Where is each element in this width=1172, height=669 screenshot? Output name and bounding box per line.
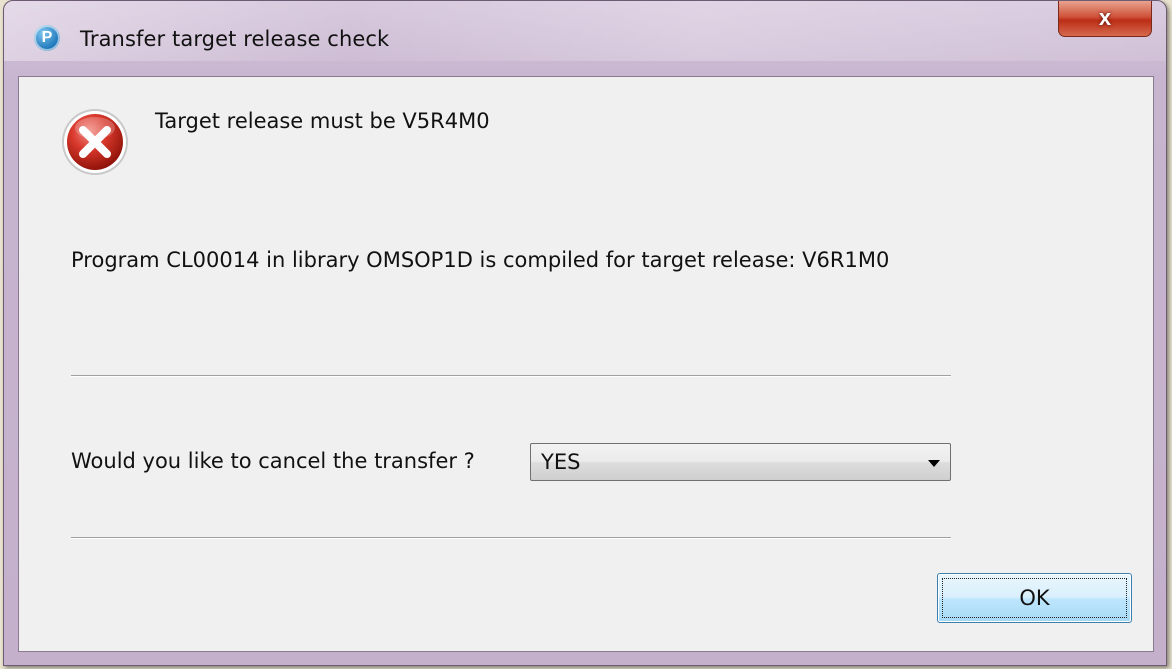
separator-bottom <box>71 537 951 539</box>
dialog-content: Target release must be V5R4M0 Program CL… <box>18 76 1154 652</box>
separator-top <box>71 375 951 377</box>
window-title: Transfer target release check <box>80 27 390 51</box>
error-icon <box>62 109 128 175</box>
detail-message: Program CL00014 in library OMSOP1D is co… <box>71 248 890 272</box>
dialog-window: P Transfer target release check x Target… <box>3 0 1167 666</box>
chevron-down-icon <box>928 460 940 467</box>
cancel-transfer-select[interactable]: YES <box>530 443 951 481</box>
close-icon: x <box>1098 5 1112 30</box>
close-button[interactable]: x <box>1058 1 1152 37</box>
cancel-transfer-value: YES <box>541 450 581 474</box>
title-bar[interactable]: P Transfer target release check x <box>4 1 1166 57</box>
cancel-question-label: Would you like to cancel the transfer ? <box>71 449 475 473</box>
ok-button[interactable]: OK <box>937 573 1132 623</box>
ok-button-label: OK <box>1019 586 1050 610</box>
main-message: Target release must be V5R4M0 <box>155 109 490 133</box>
app-logo-icon: P <box>34 25 60 51</box>
